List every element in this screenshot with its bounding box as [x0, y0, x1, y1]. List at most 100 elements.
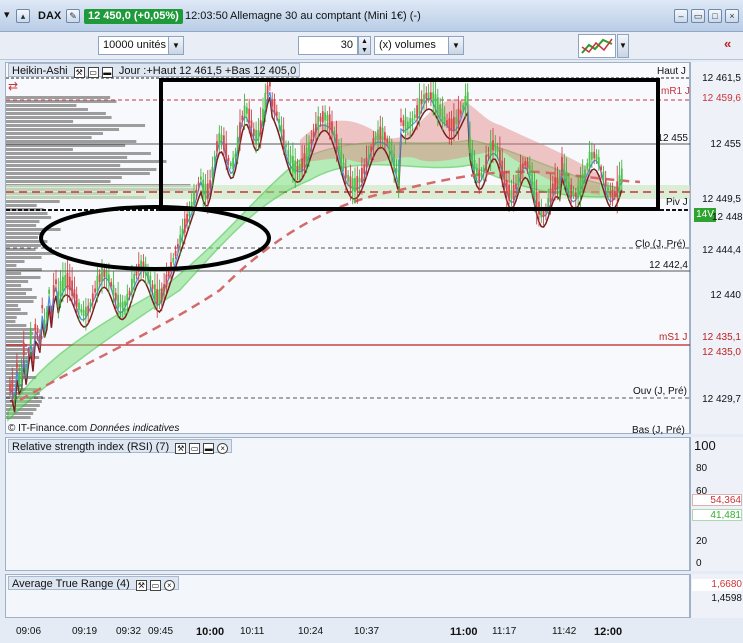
candle-body: [18, 373, 21, 386]
candle-body: [480, 172, 483, 177]
candle-body: [374, 135, 377, 141]
candle-body: [232, 157, 234, 170]
candle-body: [301, 158, 303, 171]
candle-body: [586, 163, 589, 168]
window-icon[interactable]: ▭: [189, 443, 201, 454]
volume-profile-bar: [6, 236, 38, 239]
candle-body: [464, 95, 467, 110]
candle-body: [618, 175, 621, 192]
candle-body: [446, 120, 448, 126]
volume-profile-bar: [6, 116, 112, 119]
candle-body: [574, 192, 577, 198]
window-icon[interactable]: ▬: [203, 443, 215, 454]
candle-body: [340, 151, 343, 164]
volume-profile-bar: [6, 232, 45, 235]
candle-body: [381, 127, 384, 141]
candle-body: [296, 166, 299, 171]
candle-body: [11, 379, 14, 393]
candle-body: [9, 383, 11, 392]
candle-body: [259, 120, 262, 135]
wrench-icon[interactable]: ⚒: [175, 443, 187, 454]
candle-body: [597, 157, 600, 167]
level-ouv: Ouv (J, Pré): [633, 386, 687, 397]
tick-clo: 12 444,4: [702, 245, 741, 256]
candle-body: [292, 156, 294, 172]
atr-title: Average True Range (4): [12, 578, 130, 590]
candle-body: [43, 319, 46, 328]
candle-body: [409, 118, 412, 129]
wrench-icon[interactable]: ⚒: [135, 580, 147, 591]
candle-body: [390, 150, 393, 157]
candle-body: [335, 134, 338, 149]
close-icon[interactable]: ×: [217, 443, 229, 454]
x-tick: 09:45: [148, 626, 174, 637]
heikin-ashi-icon: ⇄: [8, 79, 19, 93]
candle-body: [52, 285, 55, 296]
candle-body: [558, 180, 561, 191]
volume-profile-bar: [6, 164, 121, 167]
candle-body: [209, 180, 211, 189]
close-icon[interactable]: ×: [163, 580, 175, 591]
candle-body: [430, 92, 432, 99]
volume-profile-bar: [6, 288, 33, 291]
candle-body: [156, 288, 159, 304]
volume-profile: [6, 96, 194, 419]
candle-body: [489, 141, 492, 156]
volume-profile-bar: [6, 292, 27, 295]
tick-ouv: 12 429,7: [702, 394, 741, 405]
candle-body: [370, 146, 372, 152]
candle-body: [250, 120, 253, 128]
wrench-icon[interactable]: ⚒: [73, 67, 85, 78]
volume-profile-bar: [6, 212, 48, 215]
candle-body: [591, 152, 593, 160]
level-haut-j: Haut J: [657, 66, 686, 77]
x-tick: 11:00: [450, 626, 478, 638]
candle-body: [167, 271, 170, 277]
candle-body: [22, 342, 25, 356]
candle-body: [246, 107, 248, 114]
candle-body: [266, 85, 269, 94]
level-mr1: mR1 J: [661, 86, 690, 97]
candle-body: [287, 149, 290, 156]
x-tick: 10:00: [196, 626, 225, 638]
tick-ms1: 12 435,1: [702, 332, 741, 343]
x-tick: 10:11: [240, 626, 265, 637]
candle-body: [503, 171, 506, 185]
candle-body: [542, 210, 545, 216]
volume-profile-bar: [6, 304, 19, 307]
candle-body: [121, 301, 124, 310]
candle-body: [579, 179, 582, 196]
candle-body: [333, 130, 336, 137]
level-piv: Piv J: [666, 197, 688, 208]
candle-body: [402, 120, 405, 126]
candle-body: [508, 184, 510, 201]
window-icon[interactable]: ▭: [149, 580, 161, 591]
volume-profile-bar: [6, 168, 157, 171]
volume-profile-bar: [6, 120, 74, 123]
window-icon[interactable]: ▬: [101, 67, 113, 78]
candle-body: [186, 213, 188, 224]
candle-body: [455, 117, 458, 125]
window-icon[interactable]: ▭: [87, 67, 99, 78]
volume-profile-bar: [6, 264, 17, 267]
rsi-tick-100: 100: [694, 438, 716, 453]
volume-profile-bar: [6, 300, 34, 303]
candle-body: [105, 271, 108, 278]
candle-body: [554, 177, 556, 191]
candle-body: [68, 276, 71, 291]
rsi-panel-label: Relative strength index (RSI) (7) ⚒ ▭ ▬ ×: [8, 439, 233, 454]
candle-body: [94, 288, 96, 293]
candle-body: [423, 94, 425, 103]
volume-profile-bar: [6, 308, 21, 311]
candle-body: [248, 108, 251, 123]
volume-profile-bar: [6, 132, 103, 135]
candle-body: [388, 141, 391, 152]
candle-body: [255, 130, 257, 144]
candle-body: [372, 138, 375, 148]
candle-body: [377, 129, 379, 141]
atr-value-2: 1,4598: [711, 593, 742, 604]
candle-body: [604, 179, 607, 187]
candle-body: [59, 280, 62, 297]
rsi-panel[interactable]: [5, 437, 690, 571]
candle-body: [404, 116, 407, 134]
